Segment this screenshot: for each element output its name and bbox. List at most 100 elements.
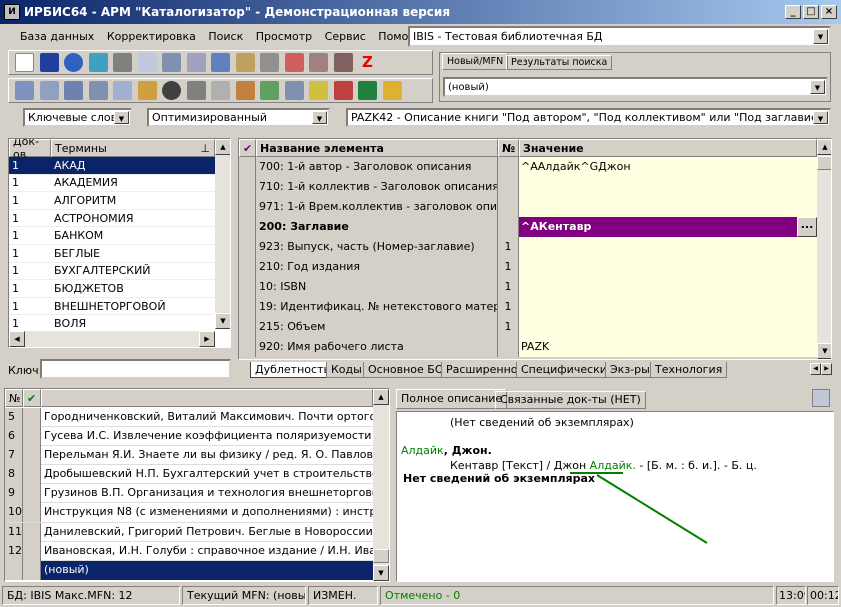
tab-specific[interactable]: Специфические — [516, 362, 619, 378]
scroll-up-icon[interactable]: ▲ — [373, 389, 389, 405]
editor-field-row[interactable]: 920: Имя рабочего листа PAZK — [239, 337, 817, 357]
scroll-left-icon[interactable]: ◀ — [9, 331, 25, 347]
folder-open-icon[interactable] — [309, 81, 328, 100]
record-row[interactable]: 12 Ивановская, И.Н. Голуби : справочное и… — [5, 541, 373, 561]
dictionary-row[interactable]: 1 АКАД — [9, 157, 215, 175]
field-value[interactable]: ^AАлдайк^GДжон — [519, 157, 817, 177]
field-value[interactable] — [519, 317, 817, 337]
mark-cell[interactable] — [23, 408, 41, 427]
tab-linked-docs[interactable]: Связанные док-ты (НЕТ) — [495, 391, 646, 409]
editor-field-row[interactable]: 210: Год издания 1 — [239, 257, 817, 277]
optimization-select[interactable]: Оптимизированный ▼ — [147, 108, 330, 127]
mark-cell[interactable] — [23, 427, 41, 447]
mark-cell[interactable] — [23, 503, 41, 523]
record-row[interactable]: 6 Гусева И.С. Извлечение коэффициента пол… — [5, 427, 373, 447]
document-icon[interactable] — [284, 81, 304, 100]
copy-icon[interactable] — [137, 53, 157, 72]
tab-main-bo[interactable]: Основное БО — [363, 362, 449, 378]
column-record-text[interactable] — [41, 389, 373, 407]
record-row[interactable]: 10 Инструкция N8 (с изменениями и дополне… — [5, 503, 373, 523]
field-value[interactable]: PAZK — [519, 337, 817, 357]
key-icon[interactable] — [137, 81, 157, 100]
scroll-up-icon[interactable]: ▲ — [215, 139, 230, 155]
field-value[interactable] — [519, 257, 817, 277]
record-row[interactable]: 5 Городниченковский, Виталий Максимович. … — [5, 408, 373, 428]
search-list-icon[interactable] — [39, 81, 59, 100]
record-row[interactable]: 9 Грузинов В.П. Организация и технология … — [5, 484, 373, 504]
scroll-down-icon[interactable]: ▼ — [817, 343, 831, 359]
tab-duplicates[interactable]: Дублетность — [250, 362, 335, 378]
editor-field-row[interactable]: 215: Объем 1 — [239, 317, 817, 337]
dictionary-row[interactable]: 1 БЮДЖЕТОВ — [9, 280, 215, 298]
chevron-down-icon[interactable]: ▼ — [813, 111, 828, 124]
delete-icon[interactable] — [260, 53, 279, 72]
check-icon[interactable]: ✔ — [23, 389, 41, 407]
editor-field-row[interactable]: 700: 1-й автор - Заголовок описания ^AАлд… — [239, 157, 817, 177]
stats-icon[interactable] — [333, 81, 353, 100]
worksheet-select[interactable]: PAZK42 - Описание книги "Под автором", "… — [346, 108, 831, 127]
mark-cell[interactable] — [23, 465, 41, 485]
scroll-up-icon[interactable]: ▲ — [817, 139, 831, 155]
save-icon[interactable] — [39, 53, 59, 72]
tab-copies[interactable]: Экз-ры — [605, 362, 655, 378]
column-value[interactable]: Значение — [519, 139, 817, 157]
scroll-right-icon[interactable]: ▶ — [199, 331, 215, 347]
editor-field-row[interactable]: 19: Идентификац. № нетекстового материал… — [239, 297, 817, 317]
field-value[interactable] — [519, 197, 817, 217]
books-icon[interactable] — [333, 53, 353, 72]
column-docs[interactable]: Док-ов — [9, 139, 51, 161]
mark-cell[interactable] — [23, 446, 41, 466]
tab-scroll-right-icon[interactable]: ▶ — [821, 363, 832, 375]
record-row[interactable]: (новый) — [5, 560, 373, 580]
editor-scrollbar[interactable]: ▲ ▼ — [817, 139, 831, 359]
close-button[interactable]: × — [821, 5, 837, 19]
scroll-down-icon[interactable]: ▼ — [373, 565, 389, 581]
folder-icon[interactable] — [186, 81, 206, 100]
dictionary-row[interactable]: 1 АСТРОНОМИЯ — [9, 210, 215, 228]
minimize-button[interactable]: _ — [785, 5, 801, 19]
dictionary-hscrollbar[interactable]: ◀ ▶ — [9, 331, 215, 347]
maximize-button[interactable]: □ — [803, 5, 819, 19]
tab-scroll-left-icon[interactable]: ◀ — [810, 363, 821, 375]
mark-cell[interactable] — [23, 484, 41, 504]
menu-edit[interactable]: Корректировка — [107, 30, 196, 43]
dictionary-row[interactable]: 1 БАНКОМ — [9, 227, 215, 245]
dictionary-row[interactable]: 1 АКАДЕМИЯ — [9, 175, 215, 193]
field-value[interactable]: ^AКентавр — [519, 217, 817, 237]
column-element-name[interactable]: Название элемента — [256, 139, 498, 157]
z-icon[interactable]: Z — [358, 53, 377, 72]
mark-cell[interactable] — [23, 560, 41, 580]
chevron-down-icon[interactable]: ▼ — [810, 80, 825, 94]
tab-full-description[interactable]: Полное описание — [396, 389, 508, 409]
editor-field-row[interactable]: 200: Заглавие ^AКентавр... — [239, 217, 817, 237]
new-record-select[interactable]: (новый) ▼ — [443, 77, 828, 97]
column-record-num[interactable]: № — [5, 389, 23, 407]
record-row[interactable]: 8 Дробышевский Н.П. Бухгалтерский учет в … — [5, 465, 373, 485]
field-value[interactable] — [519, 237, 817, 257]
record-row[interactable]: 11 Данилевский, Григорий Петрович. Беглые… — [5, 522, 373, 542]
arrow-right-icon[interactable] — [260, 81, 279, 100]
key-input[interactable] — [40, 359, 231, 379]
column-number[interactable]: № — [498, 139, 519, 157]
mark-cell[interactable] — [23, 522, 41, 542]
print-description-icon[interactable] — [812, 389, 830, 407]
records-scrollbar[interactable]: ▲ ▼ — [373, 389, 389, 581]
tab-new-mfn[interactable]: Новый/MFN — [442, 53, 509, 70]
paste-icon[interactable] — [186, 53, 206, 72]
excel-icon[interactable] — [358, 81, 377, 100]
print-preview-icon[interactable] — [235, 81, 255, 100]
dictionary-row[interactable]: 1 ВНЕШНЕТОРГОВОЙ — [9, 298, 215, 316]
menu-service[interactable]: Сервис — [325, 30, 366, 43]
chevron-down-icon[interactable]: ▼ — [813, 29, 828, 44]
mark-cell[interactable] — [23, 541, 41, 561]
search-mode-select[interactable]: Ключевые слова ▼ — [23, 108, 132, 127]
forward-arrow-icon[interactable] — [113, 53, 132, 72]
chevron-down-icon[interactable]: ▼ — [114, 111, 129, 124]
dictionary-row[interactable]: 1 БЕГЛЫЕ — [9, 245, 215, 263]
field-value[interactable] — [519, 277, 817, 297]
back-arrow-icon[interactable] — [88, 53, 108, 72]
menu-view[interactable]: Просмотр — [256, 30, 312, 43]
menu-database[interactable]: База данных — [20, 30, 94, 43]
view-icon[interactable] — [162, 81, 181, 100]
scroll-down-icon[interactable]: ▼ — [215, 313, 230, 329]
